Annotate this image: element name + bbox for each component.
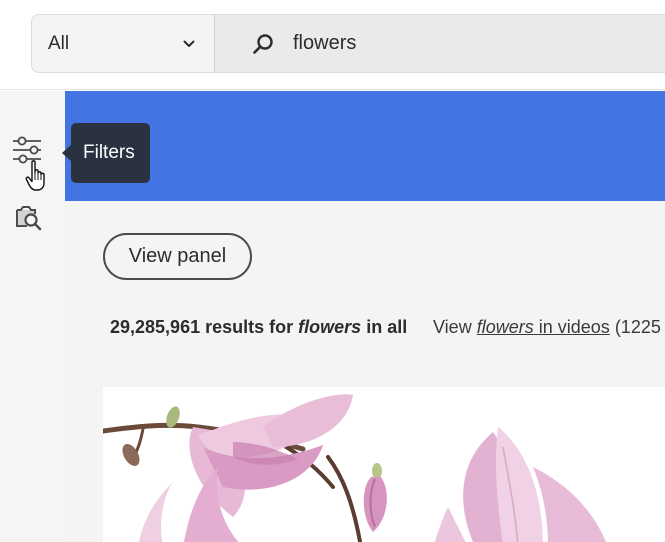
results-scope-suffix: in all bbox=[366, 317, 408, 337]
results-area: View panel 29,285,961 results for flower… bbox=[65, 201, 665, 542]
results-for-text: results for bbox=[205, 317, 294, 337]
results-count: 29,285,961 bbox=[110, 317, 201, 337]
search-input[interactable]: flowers bbox=[214, 14, 665, 73]
magnolia-flowers-image bbox=[103, 394, 606, 542]
chevron-down-icon bbox=[183, 40, 195, 47]
result-image-tile[interactable] bbox=[103, 387, 665, 542]
promo-banner bbox=[65, 91, 665, 201]
search-scope-select[interactable]: All bbox=[31, 14, 215, 73]
search-scope-value: All bbox=[48, 32, 70, 54]
left-rail bbox=[0, 91, 65, 542]
search-header: All flowers bbox=[0, 0, 665, 90]
search-query-text: flowers bbox=[293, 32, 357, 54]
filters-tooltip-label: Filters bbox=[83, 142, 135, 163]
results-summary: 29,285,961 results for flowers in all bbox=[110, 317, 407, 338]
view-panel-button[interactable]: View panel bbox=[103, 233, 252, 280]
view-link-suffix: in videos bbox=[538, 317, 610, 337]
search-icon bbox=[253, 33, 273, 54]
view-in-videos-link[interactable]: flowers in videos bbox=[477, 317, 610, 337]
results-query: flowers bbox=[298, 317, 362, 337]
view-videos-count: (1225 bbox=[614, 317, 661, 337]
stock-search-page: All flowers Filters View panel 29,285,96… bbox=[0, 0, 665, 542]
view-prefix: View bbox=[433, 317, 472, 337]
visual-search-icon bbox=[16, 206, 42, 231]
view-query: flowers bbox=[476, 317, 534, 337]
visual-search-button[interactable] bbox=[10, 199, 46, 235]
view-in-videos: View flowers in videos (1225 bbox=[433, 317, 661, 338]
filters-tooltip: Filters bbox=[62, 123, 150, 183]
hand-pointer-cursor-icon bbox=[25, 160, 45, 191]
